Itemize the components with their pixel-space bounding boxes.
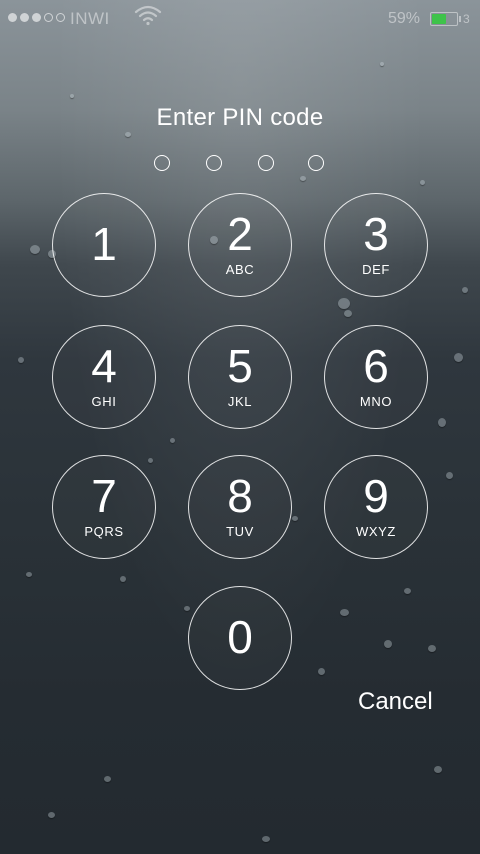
key-digit: 6: [363, 340, 389, 392]
battery-percentage: 59%: [388, 10, 421, 27]
raindrop: [292, 516, 298, 521]
signal-dot: [20, 13, 29, 22]
raindrop: [318, 668, 325, 675]
raindrop: [420, 180, 425, 185]
raindrop: [48, 812, 55, 818]
key-digit: 4: [91, 340, 117, 392]
key-letters: WXYZ: [356, 524, 396, 539]
raindrop: [120, 576, 126, 582]
key-digit: 2: [227, 208, 253, 260]
signal-dot: [32, 13, 41, 22]
wifi-icon: [134, 5, 162, 26]
key-letters: ABC: [225, 262, 255, 277]
raindrop: [70, 94, 74, 98]
key-digit: 9: [363, 470, 389, 522]
raindrop: [462, 287, 468, 293]
carrier-name: INWI: [70, 9, 110, 28]
raindrop: [30, 245, 40, 254]
pin-dot: [258, 155, 274, 171]
raindrop: [380, 62, 384, 66]
key-digit: 1: [91, 218, 117, 270]
key-digit: 7: [91, 470, 117, 522]
pin-dot: [154, 155, 170, 171]
raindrop: [338, 298, 350, 309]
signal-strength-icon: [8, 13, 65, 22]
raindrop: [446, 472, 453, 479]
raindrop: [104, 776, 111, 782]
keypad-key-7[interactable]: 7 PQRS: [52, 455, 156, 559]
raindrop: [438, 418, 446, 427]
keypad-key-9[interactable]: 9 WXYZ: [324, 455, 428, 559]
keypad-key-8[interactable]: 8 TUV: [188, 455, 292, 559]
raindrop: [18, 357, 24, 363]
keypad-key-1[interactable]: 1: [52, 193, 156, 297]
raindrop: [454, 353, 463, 362]
keypad-key-2[interactable]: 2 ABC: [188, 193, 292, 297]
battery-cap: [459, 16, 461, 22]
keypad-key-3[interactable]: 3 DEF: [324, 193, 428, 297]
key-letters: PQRS: [84, 524, 124, 539]
raindrop: [434, 766, 442, 773]
keypad-key-5[interactable]: 5 JKL: [188, 325, 292, 429]
key-letters: GHI: [91, 394, 117, 409]
key-letters: MNO: [359, 394, 393, 409]
pin-prompt-title: Enter PIN code: [156, 104, 324, 131]
pin-dot: [206, 155, 222, 171]
key-letters: TUV: [226, 524, 254, 539]
key-digit: 3: [363, 208, 389, 260]
signal-dot: [56, 13, 65, 22]
key-letters: JKL: [227, 394, 253, 409]
key-digit: 0: [227, 611, 253, 663]
keypad-key-0[interactable]: 0: [188, 586, 292, 690]
raindrop: [428, 645, 436, 652]
raindrop: [340, 609, 349, 616]
raindrop: [300, 176, 306, 181]
key-letters: DEF: [362, 262, 390, 277]
signal-dot: [8, 13, 17, 22]
signal-dot: [44, 13, 53, 22]
status-extra-number: 3: [463, 12, 470, 26]
raindrop: [26, 572, 32, 577]
cancel-button[interactable]: Cancel: [358, 688, 433, 716]
raindrop: [262, 836, 270, 842]
raindrop: [125, 132, 131, 137]
status-bar: INWI 59% 3: [0, 0, 480, 38]
raindrop: [404, 588, 411, 594]
pin-dot: [308, 155, 324, 171]
raindrop: [148, 458, 153, 463]
keypad-key-4[interactable]: 4 GHI: [52, 325, 156, 429]
pin-entry-indicator: [154, 155, 328, 173]
key-digit: 8: [227, 470, 253, 522]
key-digit: 5: [227, 340, 253, 392]
battery-level-fill: [432, 14, 446, 24]
raindrop: [384, 640, 392, 648]
battery-icon: [430, 12, 458, 26]
keypad-key-6[interactable]: 6 MNO: [324, 325, 428, 429]
raindrop: [170, 438, 175, 443]
raindrop: [344, 310, 352, 317]
